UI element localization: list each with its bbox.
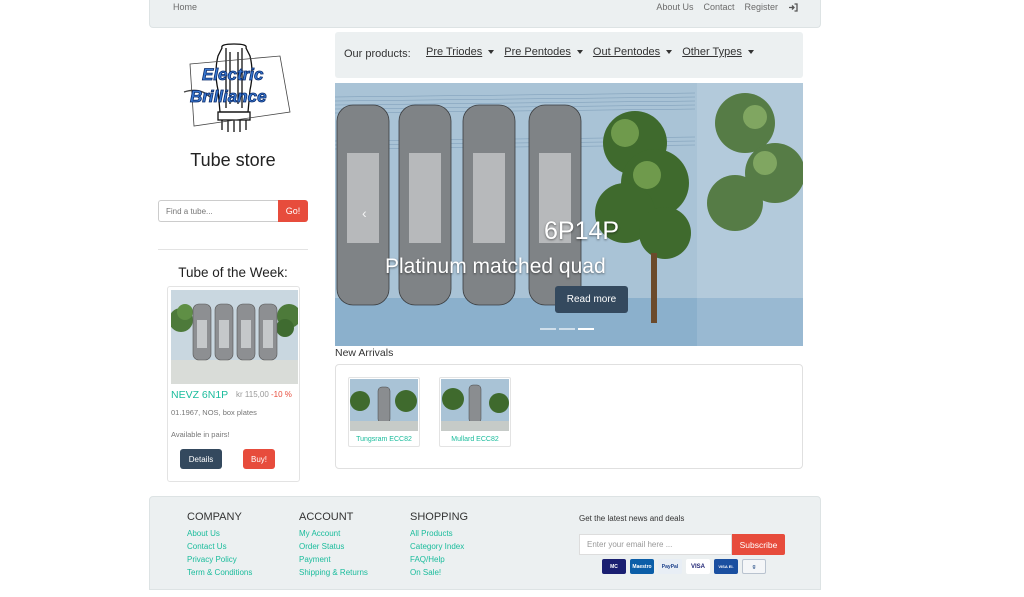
tube-of-week-card: NEVZ 6N1P kr 115,00 -10 % 01.1967, NOS, … xyxy=(167,286,300,482)
new-arrival-image[interactable] xyxy=(350,379,418,431)
carousel-title: 6P14P xyxy=(544,217,620,245)
nav-contact-link[interactable]: Contact xyxy=(703,2,734,12)
newsletter-text: Get the latest news and deals xyxy=(579,514,685,523)
menu-other-types[interactable]: Other Types xyxy=(682,46,754,58)
footer-link[interactable]: All Products xyxy=(410,527,468,540)
sidebar-divider xyxy=(158,249,308,250)
new-arrival-item[interactable]: Mullard ECC82 xyxy=(439,377,511,447)
footer-link[interactable]: Category Index xyxy=(410,540,468,553)
search-input[interactable] xyxy=(158,200,278,222)
mastercard-icon: MC xyxy=(602,559,626,574)
new-arrival-image[interactable] xyxy=(441,379,509,431)
subscribe-button[interactable]: Subscribe xyxy=(732,534,785,555)
menu-label: Other Types xyxy=(682,46,742,58)
carousel-subtitle: Platinum matched quad xyxy=(385,255,606,278)
footer-shopping: SHOPPING All Products Category Index FAQ… xyxy=(410,511,468,579)
caret-down-icon xyxy=(488,50,495,54)
payment-cards: MC Maestro PayPal VISA VISA El. g xyxy=(602,559,766,574)
logo-text-2: Brilliance xyxy=(190,87,267,106)
footer-link[interactable]: Shipping & Returns xyxy=(299,566,368,579)
buy-button[interactable]: Buy! xyxy=(243,449,275,469)
email-field[interactable]: Enter your email here ... xyxy=(579,534,732,555)
tube-of-week-availability: Available in pairs! xyxy=(171,430,230,439)
footer-company: COMPANY About Us Contact Us Privacy Poli… xyxy=(187,511,252,579)
products-label: Our products: xyxy=(344,48,411,60)
footer-heading: SHOPPING xyxy=(410,511,469,523)
products-bar: Our products: Pre Triodes Pre Pentodes O… xyxy=(335,32,803,78)
footer-link[interactable]: Contact Us xyxy=(187,540,252,553)
nav-about-link[interactable]: About Us xyxy=(656,2,693,12)
menu-label: Pre Triodes xyxy=(426,46,483,58)
footer: COMPANY About Us Contact Us Privacy Poli… xyxy=(149,496,821,590)
caret-down-icon xyxy=(666,50,673,54)
tube-of-week-meta: 01.1967, NOS, box plates xyxy=(171,408,257,417)
carousel-indicator[interactable] xyxy=(540,328,556,330)
tube-of-week-price: kr 115,00 -10 % xyxy=(236,390,292,399)
chevron-left-icon[interactable]: ‹ xyxy=(362,205,367,221)
tube-of-week-name[interactable]: NEVZ 6N1P xyxy=(171,389,228,401)
top-nav-right: About Us Contact Register xyxy=(656,2,798,12)
search-go-button[interactable]: Go! xyxy=(278,200,308,222)
footer-link[interactable]: Term & Conditions xyxy=(187,566,252,579)
menu-pre-pentodes[interactable]: Pre Pentodes xyxy=(504,46,583,58)
footer-link[interactable]: Payment xyxy=(299,553,368,566)
visa-icon: VISA xyxy=(686,559,710,574)
sign-in-icon[interactable] xyxy=(788,2,798,12)
discount-badge: -10 % xyxy=(271,390,292,399)
new-arrivals-title: New Arrivals xyxy=(335,347,394,359)
footer-link[interactable]: On Sale! xyxy=(410,566,468,579)
new-arrivals-box: Tungsram ECC82 Mullard ECC82 xyxy=(335,364,803,469)
nav-home-link[interactable]: Home xyxy=(173,2,197,12)
carousel-indicator[interactable] xyxy=(559,328,575,330)
footer-link[interactable]: Privacy Policy xyxy=(187,553,252,566)
tube-of-week-image[interactable] xyxy=(171,290,298,384)
tube-of-week-title: Tube of the Week: xyxy=(178,265,288,280)
store-logo[interactable]: Electric Brilliance xyxy=(170,42,298,134)
new-arrival-item[interactable]: Tungsram ECC82 xyxy=(348,377,420,447)
new-arrival-caption[interactable]: Mullard ECC82 xyxy=(440,436,510,443)
menu-label: Out Pentodes xyxy=(592,46,661,58)
store-title: Tube store xyxy=(190,150,276,170)
nav-register-link[interactable]: Register xyxy=(744,2,778,12)
menu-pre-triodes[interactable]: Pre Triodes xyxy=(426,46,495,58)
footer-link[interactable]: Order Status xyxy=(299,540,368,553)
price-value: kr 115,00 xyxy=(236,390,269,399)
google-icon: g xyxy=(742,559,766,574)
top-navbar: Home About Us Contact Register xyxy=(149,0,821,28)
products-menu: Pre Triodes Pre Pentodes Out Pentodes Ot… xyxy=(426,46,754,58)
menu-label: Pre Pentodes xyxy=(504,46,571,58)
newsletter-form: Enter your email here ... Subscribe xyxy=(579,534,785,555)
new-arrival-caption[interactable]: Tungsram ECC82 xyxy=(349,436,419,443)
details-button[interactable]: Details xyxy=(180,449,222,469)
menu-out-pentodes[interactable]: Out Pentodes xyxy=(592,46,673,58)
carousel-indicator-active[interactable] xyxy=(578,328,594,330)
maestro-icon: Maestro xyxy=(630,559,654,574)
search-form: Go! xyxy=(158,200,308,222)
footer-account: ACCOUNT My Account Order Status Payment … xyxy=(299,511,368,579)
footer-heading: COMPANY xyxy=(187,511,242,523)
paypal-icon: PayPal xyxy=(658,559,682,574)
read-more-button[interactable]: Read more xyxy=(555,286,628,313)
footer-link[interactable]: About Us xyxy=(187,527,252,540)
footer-heading: ACCOUNT xyxy=(299,511,354,523)
logo-text-1: Electric xyxy=(202,65,264,84)
hero-carousel[interactable]: ‹ 6P14P Platinum matched quad Read more xyxy=(335,83,803,346)
footer-link[interactable]: My Account xyxy=(299,527,368,540)
carousel-indicators xyxy=(540,328,594,330)
footer-link[interactable]: FAQ/Help xyxy=(410,553,468,566)
visa-electron-icon: VISA El. xyxy=(714,559,738,574)
caret-down-icon xyxy=(576,50,583,54)
caret-down-icon xyxy=(747,50,754,54)
